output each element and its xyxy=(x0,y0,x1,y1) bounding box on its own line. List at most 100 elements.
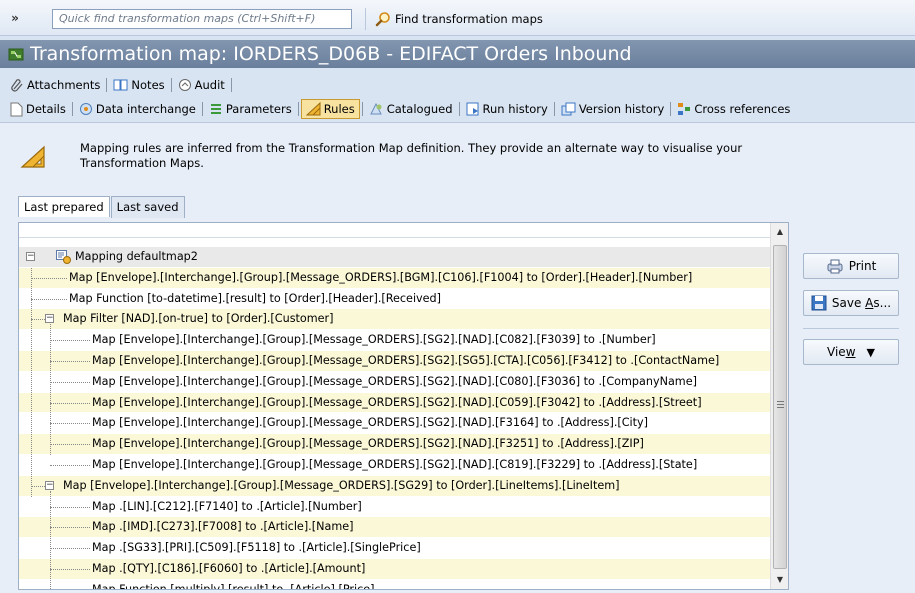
tree-header xyxy=(19,223,770,238)
notes-icon xyxy=(113,79,128,91)
tree-rows: − Mapping defaultmap2 Map [Envelope].[In… xyxy=(19,247,770,589)
collapse-toggle-icon[interactable]: − xyxy=(45,314,54,324)
tab-last-prepared[interactable]: Last prepared xyxy=(18,196,110,217)
tab-label: Parameters xyxy=(225,102,292,116)
view-label: View xyxy=(827,345,856,359)
tree-guide-line xyxy=(50,491,51,589)
tree-node-label: Map .[IMD].[C273].[F7008] to .[Article].… xyxy=(92,520,354,534)
cross-references-icon xyxy=(678,103,691,115)
find-transformation-maps-button[interactable]: Find transformation maps xyxy=(375,8,543,30)
tab-version-history[interactable]: Version history xyxy=(557,99,669,119)
save-as-button[interactable]: Save As... xyxy=(803,290,899,316)
audit-icon xyxy=(178,79,191,91)
quick-find-input[interactable]: Quick find transformation maps (Ctrl+Shi… xyxy=(52,9,352,29)
tab-separator xyxy=(201,102,203,116)
tab-label: Audit xyxy=(194,78,225,92)
tree-node-label: Mapping defaultmap2 xyxy=(75,250,198,263)
magnifier-icon xyxy=(375,12,390,27)
tree-row[interactable]: − Map [Envelope].[Interchange].[Group].[… xyxy=(19,475,770,497)
main-tabs: Details Data interchange Parameters Rule… xyxy=(6,98,794,120)
save-as-label: Save As... xyxy=(832,296,891,310)
tree-row[interactable]: Map [Envelope].[Interchange].[Group].[Me… xyxy=(19,330,770,351)
tab-attachments[interactable]: Attachments xyxy=(6,75,104,95)
tree-node-label: Map .[SG33].[PRI].[C509].[F5118] to .[Ar… xyxy=(92,541,421,555)
floppy-disk-icon xyxy=(811,295,827,311)
tab-cross-references[interactable]: Cross references xyxy=(673,99,794,119)
tab-separator xyxy=(297,102,299,116)
collapse-toggle-icon[interactable]: − xyxy=(26,252,35,261)
catalogued-icon xyxy=(369,102,382,115)
secondary-tabs: Attachments Notes Audit xyxy=(6,76,234,94)
printer-icon xyxy=(827,259,843,274)
scrollbar-thumb[interactable] xyxy=(773,245,787,569)
tab-separator xyxy=(458,102,460,116)
vertical-scrollbar[interactable]: ▲ ▼ xyxy=(770,223,788,589)
transformation-map-icon xyxy=(8,48,24,61)
document-icon xyxy=(10,102,23,116)
tree-row[interactable]: Map [Envelope].[Interchange].[Group].[Me… xyxy=(19,392,770,414)
tab-label: Run history xyxy=(482,102,548,116)
tab-audit[interactable]: Audit xyxy=(174,75,229,95)
tab-label: Attachments xyxy=(27,78,101,92)
parameters-icon xyxy=(210,104,221,114)
tab-last-saved[interactable]: Last saved xyxy=(110,196,185,218)
tab-details[interactable]: Details xyxy=(6,99,70,119)
tab-run-history[interactable]: Run history xyxy=(462,99,552,119)
print-button[interactable]: Print xyxy=(803,253,899,279)
tree-row[interactable]: Map [Envelope].[Interchange].[Group].[Me… xyxy=(19,350,770,372)
mapping-icon xyxy=(56,250,71,264)
tree-row[interactable]: Map .[LIN].[C212].[F7140] to .[Article].… xyxy=(19,497,770,518)
tree-node-label: Map [Envelope].[Interchange].[Group].[Me… xyxy=(92,437,644,451)
set-square-icon xyxy=(305,102,321,116)
tree-node-label: Map [Envelope].[Interchange].[Group].[Me… xyxy=(92,353,720,367)
tree-node-label: Map [Envelope].[Interchange].[Group].[Me… xyxy=(92,416,649,430)
tab-data-interchange[interactable]: Data interchange xyxy=(75,99,200,119)
tab-label: Catalogued xyxy=(386,102,453,116)
tree-row[interactable]: − Map Filter [NAD].[on-true] to [Order].… xyxy=(19,309,770,331)
rules-tree[interactable]: − Mapping defaultmap2 Map [Envelope].[In… xyxy=(18,222,789,590)
tree-row[interactable]: Map Function [multiply].[result] to .[Ar… xyxy=(19,580,770,589)
tree-row[interactable]: Map .[QTY].[C186].[F6060] to .[Article].… xyxy=(19,558,770,580)
tree-row[interactable]: Map [Envelope].[Interchange].[Group].[Me… xyxy=(19,267,770,289)
tab-separator xyxy=(670,102,672,116)
find-label: Find transformation maps xyxy=(395,12,543,26)
tree-row[interactable]: Map [Envelope].[Interchange].[Group].[Me… xyxy=(19,455,770,476)
tab-catalogued[interactable]: Catalogued xyxy=(365,99,457,119)
view-accelerator: w xyxy=(845,345,856,359)
tab-rules[interactable]: Rules xyxy=(300,99,360,119)
tree-root-row[interactable]: − Mapping defaultmap2 xyxy=(19,247,770,268)
page-title: Transformation map: IORDERS_D06B - EDIFA… xyxy=(30,43,632,65)
tree-row[interactable]: Map [Envelope].[Interchange].[Group].[Me… xyxy=(19,372,770,393)
scroll-down-arrow-icon[interactable]: ▼ xyxy=(775,575,785,585)
tree-guide-line xyxy=(31,268,32,497)
scroll-up-arrow-icon[interactable]: ▲ xyxy=(775,227,785,237)
tab-label: Notes xyxy=(131,78,165,92)
tree-node-label: Map Function [to-datetime].[result] to [… xyxy=(69,291,442,305)
side-separator xyxy=(803,328,899,329)
tree-row[interactable]: Map .[IMD].[C273].[F7008] to .[Article].… xyxy=(19,517,770,539)
rules-subtabs: Last prepared Last saved xyxy=(18,196,186,218)
save-as-prefix: Save xyxy=(831,296,866,310)
tab-parameters[interactable]: Parameters xyxy=(205,99,296,119)
top-toolbar: » Quick find transformation maps (Ctrl+S… xyxy=(0,0,915,36)
tree-node-label: Map .[LIN].[C212].[F7140] to .[Article].… xyxy=(92,499,362,513)
view-prefix: Vie xyxy=(827,345,846,359)
set-square-icon xyxy=(20,145,45,168)
save-as-suffix: s... xyxy=(873,296,892,310)
tree-row[interactable]: Map .[SG33].[PRI].[C509].[F5118] to .[Ar… xyxy=(19,538,770,559)
collapse-toggle-icon[interactable]: − xyxy=(45,480,54,490)
tree-node-label: Map [Envelope].[Interchange].[Group].[Me… xyxy=(92,374,697,388)
collapse-chevron-icon[interactable]: » xyxy=(8,11,22,25)
tab-separator xyxy=(361,102,363,116)
tab-notes[interactable]: Notes xyxy=(109,75,168,95)
window-title-bar: Transformation map: IORDERS_D06B - EDIFA… xyxy=(0,40,915,68)
tab-separator xyxy=(230,78,232,92)
version-history-icon xyxy=(561,102,576,116)
tab-separator xyxy=(553,102,555,116)
tree-node-label: Map [Envelope].[Interchange].[Group].[Me… xyxy=(92,457,698,471)
tree-row[interactable]: Map Function [to-datetime].[result] to [… xyxy=(19,289,770,310)
tab-label: Version history xyxy=(578,102,665,116)
view-button[interactable]: View ▼ xyxy=(803,339,899,365)
tree-row[interactable]: Map [Envelope].[Interchange].[Group].[Me… xyxy=(19,413,770,435)
tree-row[interactable]: Map [Envelope].[Interchange].[Group].[Me… xyxy=(19,434,770,455)
